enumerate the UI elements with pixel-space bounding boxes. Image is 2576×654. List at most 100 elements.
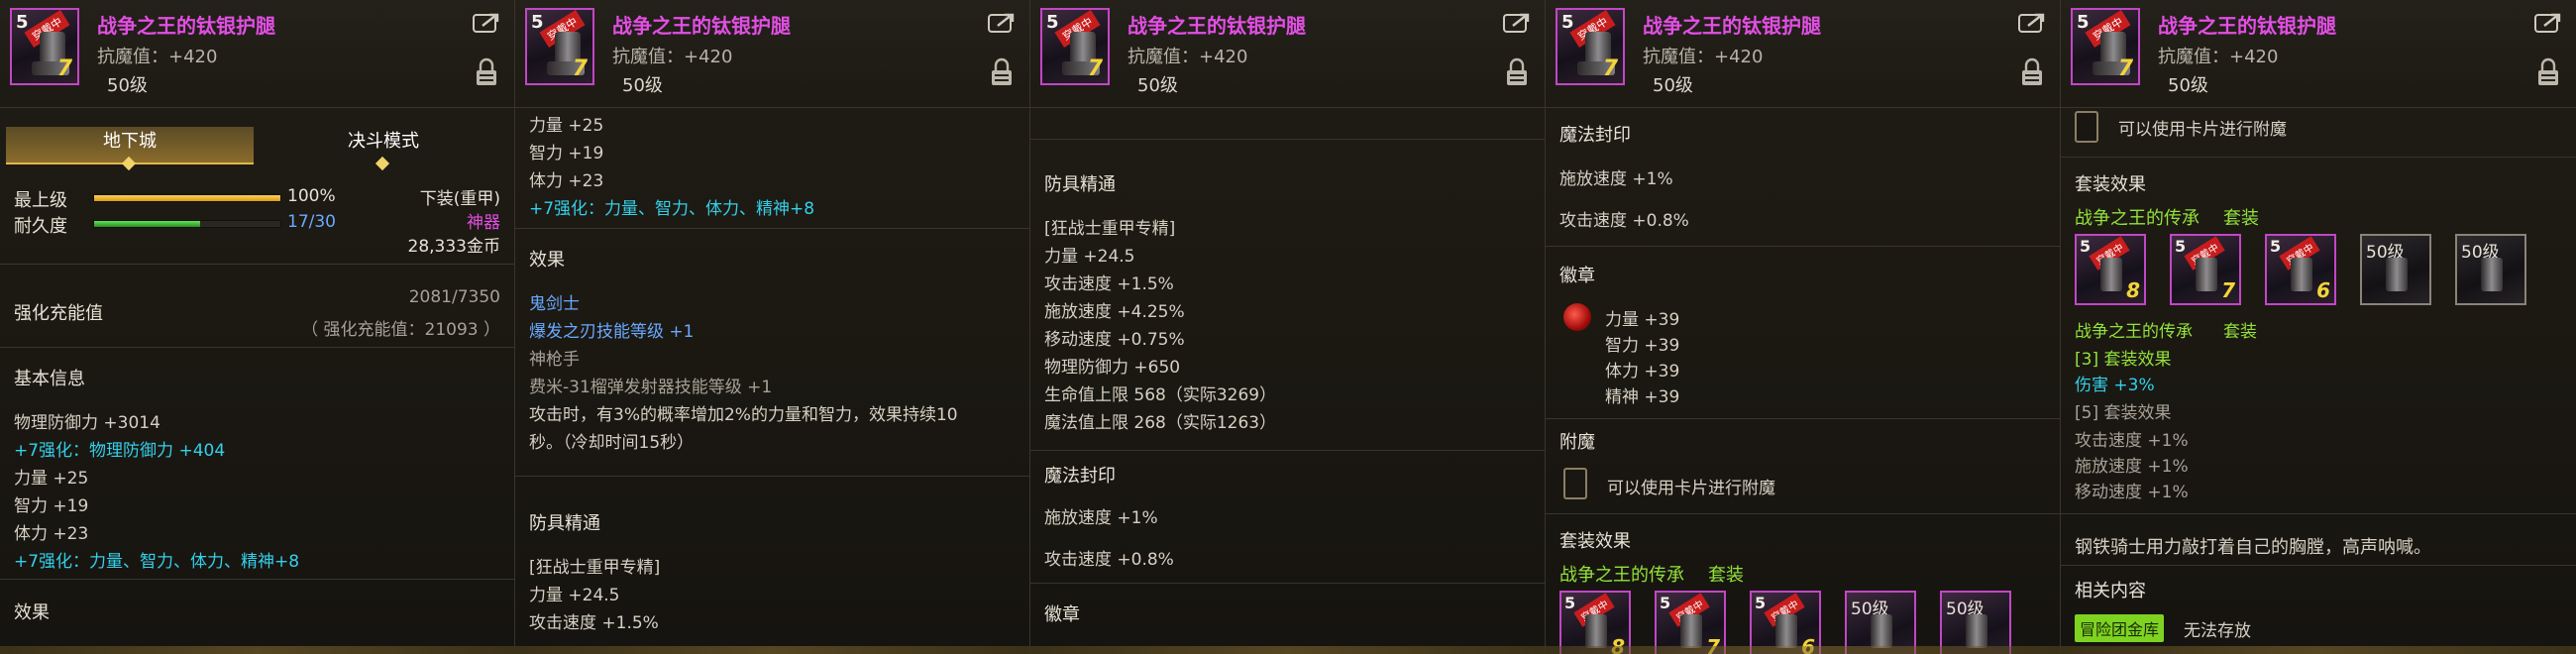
- share-icon[interactable]: [2018, 12, 2046, 34]
- armor-icon: [2481, 258, 2503, 291]
- lock-icon[interactable]: [2536, 57, 2560, 87]
- magic-seal-title: 魔法封印: [1044, 466, 1116, 487]
- set-bonus-3-title: [3] 套装效果: [2075, 350, 2172, 370]
- lock-icon[interactable]: [1505, 57, 1529, 87]
- set-effect-title: 套装效果: [2075, 174, 2146, 195]
- set-item-icon[interactable]: 5 穿戴中 6: [1750, 591, 1821, 654]
- divider: [1546, 513, 2060, 514]
- divider: [515, 476, 1029, 477]
- tab-pvp[interactable]: 决斗模式: [260, 127, 507, 171]
- item-price: 28,333金币: [407, 237, 500, 257]
- armor-mastery-title: 防具精通: [1044, 174, 1116, 195]
- stat-line: 体力 +23: [529, 171, 604, 191]
- effect-line: 爆发之刃技能等级 +1: [529, 322, 695, 342]
- durability-label: 耐久度: [14, 216, 67, 237]
- tab-dungeon[interactable]: 地下城: [6, 127, 254, 171]
- related-title: 相关内容: [2075, 581, 2146, 601]
- tab-diamond-icon: [375, 156, 390, 171]
- emblem-title: 徽章: [1559, 266, 1595, 286]
- item-icon: 5 穿戴中 7: [525, 8, 594, 85]
- stat-line: 物理防御力 +3014: [14, 413, 161, 433]
- set-item-icon[interactable]: 5 穿戴中 7: [1655, 591, 1726, 654]
- seal-line: 攻击速度 +0.8%: [1044, 550, 1174, 570]
- armor-icon: [2100, 258, 2122, 291]
- set-item-icon[interactable]: 50级: [2455, 234, 2526, 305]
- icon-grade: 5: [1660, 594, 1671, 612]
- item-magic-resist: 抗魔值：+420: [612, 47, 733, 67]
- set-item-icon[interactable]: 50级: [2360, 234, 2431, 305]
- armor-icon: [1585, 614, 1607, 648]
- tab-dungeon-label: 地下城: [103, 131, 157, 152]
- share-icon[interactable]: [2534, 12, 2562, 34]
- basic-info-title: 基本信息: [14, 369, 85, 389]
- divider: [0, 347, 514, 348]
- related-text: 无法存放: [2184, 621, 2251, 641]
- item-header: 5 穿戴中 7 战争之王的钛银护腿 抗魔值：+420 50级: [515, 0, 1029, 108]
- icon-enhance-level: 7: [2221, 278, 2235, 302]
- armor-icon: [1871, 614, 1892, 648]
- item-icon: 5 穿戴中 7: [10, 8, 79, 85]
- tooltip-panel-3: 5 穿戴中 7 战争之王的钛银护腿 抗魔值：+420 50级 防具精通 [狂战士…: [1030, 0, 1546, 654]
- set-item-icon[interactable]: 5 穿戴中 8: [2075, 234, 2146, 305]
- max-grade-fill: [94, 195, 280, 201]
- item-magic-resist: 抗魔值：+420: [97, 47, 218, 67]
- set-item-icon[interactable]: 5 穿戴中 6: [2265, 234, 2336, 305]
- item-header: 5 穿戴中 7 战争之王的钛银护腿 抗魔值：+420 50级: [1546, 0, 2060, 108]
- share-icon[interactable]: [473, 12, 500, 34]
- divider: [1546, 418, 2060, 419]
- emblem-title: 徽章: [1044, 604, 1080, 625]
- enchant-card-slot-icon[interactable]: [2075, 111, 2098, 143]
- durability-bar: [93, 220, 281, 228]
- emblem-line: 体力 +39: [1605, 362, 1680, 382]
- emblem-line: 精神 +39: [1605, 387, 1680, 407]
- lock-icon[interactable]: [475, 57, 498, 87]
- tooltip-body: 地下城 决斗模式 最上级 100% 耐久度 17/30 下装(重甲) 神器 28…: [0, 109, 514, 654]
- divider: [2061, 565, 2576, 566]
- enhance-charge-label: 强化充能值: [14, 303, 103, 324]
- stat-line: 智力 +19: [14, 496, 89, 516]
- mastery-line: 物理防御力 +650: [1044, 358, 1181, 378]
- mastery-line: 攻击速度 +1.5%: [1044, 274, 1174, 294]
- item-icon: 5 穿戴中 7: [1040, 8, 1110, 85]
- item-header: 5 穿戴中 7 战争之王的钛银护腿 抗魔值：+420 50级: [1030, 0, 1545, 108]
- set-bonus-3-line: 伤害 +3%: [2075, 376, 2155, 395]
- divider: [0, 264, 514, 265]
- share-icon[interactable]: [988, 12, 1016, 34]
- item-name: 战争之王的钛银护腿: [97, 14, 275, 38]
- durability-value: 17/30: [287, 212, 336, 232]
- set-item-icon[interactable]: 5 穿戴中 7: [2170, 234, 2241, 305]
- item-icon: 5 穿戴中 7: [2071, 8, 2140, 85]
- tab-diamond-icon: [121, 156, 137, 171]
- effect-line: 鬼剑士: [529, 294, 580, 314]
- item-rarity: 神器: [467, 213, 500, 233]
- set-label: 套装: [2223, 322, 2257, 342]
- effect-line: 费米-31榴弹发射器技能等级 +1: [529, 378, 773, 397]
- divider: [0, 579, 514, 580]
- tooltip-panel-5: 5 穿戴中 7 战争之王的钛银护腿 抗魔值：+420 50级 可以使用卡片进行附…: [2061, 0, 2576, 654]
- set-name: 战争之王的传承: [1559, 565, 1684, 586]
- divider: [1030, 450, 1545, 451]
- tooltip-body: 防具精通 [狂战士重甲专精] 力量 +24.5 攻击速度 +1.5% 施放速度 …: [1030, 109, 1545, 654]
- set-item-icon[interactable]: 50级: [1845, 591, 1916, 654]
- tooltip-body: 力量 +25 智力 +19 体力 +23 +7强化：力量、智力、体力、精神+8 …: [515, 109, 1029, 654]
- icon-enhance-level: 7: [1706, 635, 1720, 654]
- set-bonus-5-title: [5] 套装效果: [2075, 403, 2172, 423]
- lock-icon[interactable]: [990, 57, 1014, 87]
- item-magic-resist: 抗魔值：+420: [1127, 47, 1248, 67]
- mastery-line: 移动速度 +0.75%: [1044, 330, 1185, 350]
- item-name: 战争之王的钛银护腿: [1643, 14, 1821, 38]
- armor-icon: [1680, 614, 1702, 648]
- lock-icon[interactable]: [2020, 57, 2044, 87]
- enchant-card-slot-icon[interactable]: [1563, 468, 1587, 499]
- tab-pvp-label: 决斗模式: [348, 131, 419, 152]
- set-item-icon[interactable]: 50级: [1940, 591, 2011, 654]
- stat-line: 智力 +19: [529, 144, 604, 164]
- share-icon[interactable]: [1503, 12, 1531, 34]
- set-item-icon[interactable]: 5 穿戴中 8: [1559, 591, 1631, 654]
- armor-icon: [1775, 614, 1797, 648]
- enchant-text: 可以使用卡片进行附魔: [1607, 479, 1775, 498]
- icon-enhance-level: 8: [2126, 278, 2140, 302]
- item-header: 5 穿戴中 7 战争之王的钛银护腿 抗魔值：+420 50级: [0, 0, 514, 108]
- tooltip-panel-1: 5 穿戴中 7 战争之王的钛银护腿 抗魔值：+420 50级 地下城 决斗模式 …: [0, 0, 515, 654]
- seal-line: 施放速度 +1%: [1559, 169, 1673, 189]
